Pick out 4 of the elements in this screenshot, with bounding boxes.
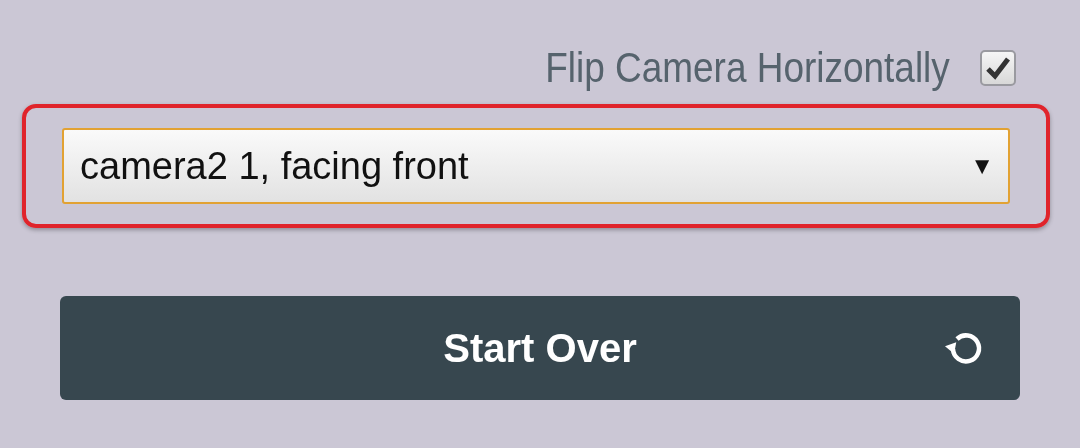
start-over-button[interactable]: Start Over xyxy=(60,296,1020,400)
camera-select[interactable]: camera2 1, facing front ▼ xyxy=(62,128,1010,204)
flip-camera-checkbox[interactable] xyxy=(980,50,1016,86)
flip-camera-label: Flip Camera Horizontally xyxy=(545,44,950,92)
